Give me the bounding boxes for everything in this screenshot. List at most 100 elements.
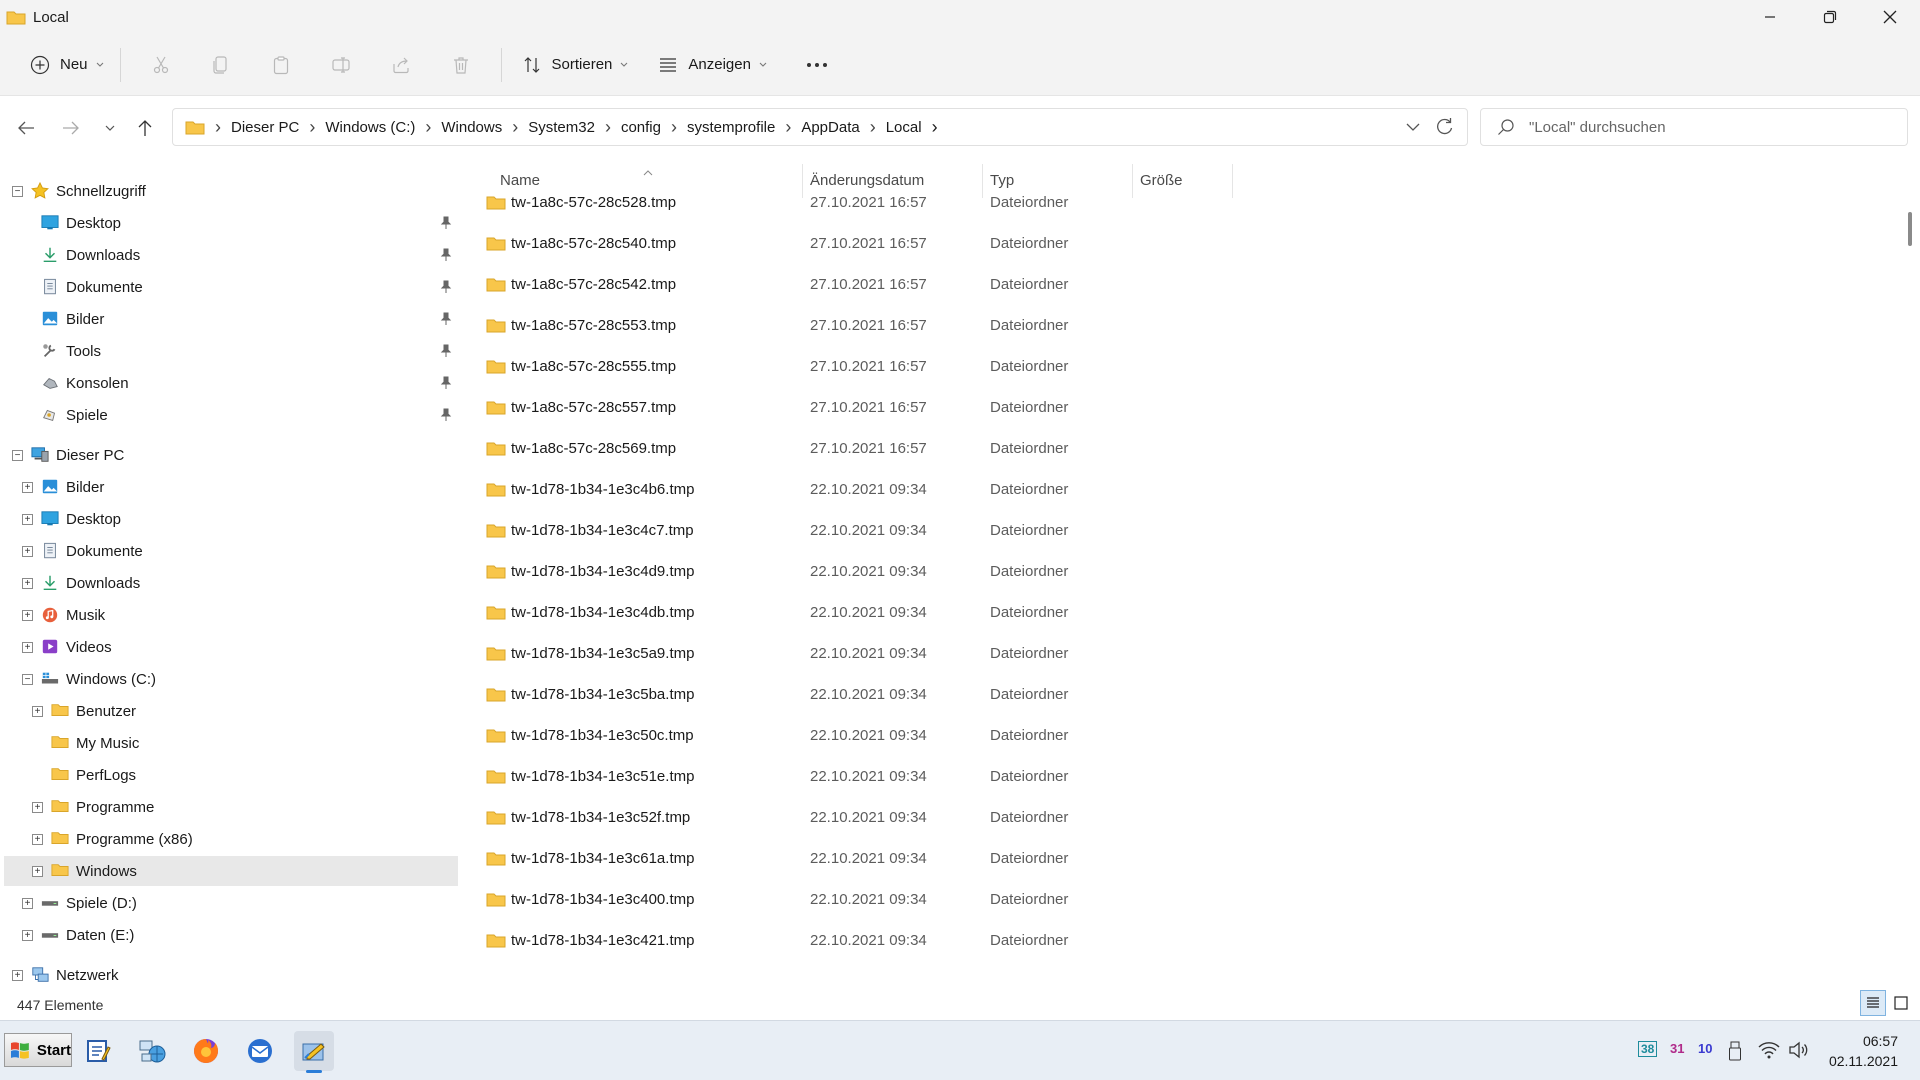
taskbar-app-explorer[interactable] [294, 1031, 334, 1073]
back-button[interactable] [10, 112, 42, 144]
breadcrumb-separator-icon[interactable]: › [309, 117, 315, 138]
expand-icon[interactable]: + [22, 610, 33, 621]
tree-drive-d[interactable]: + Spiele (D:) [4, 888, 458, 918]
tree-pc-bilder[interactable]: + Bilder [4, 472, 458, 502]
view-button[interactable]: Anzeigen [650, 45, 775, 85]
file-row[interactable]: tw-1d78-1b34-1e3c4db.tmp 22.10.2021 09:34… [466, 592, 1900, 633]
column-name[interactable]: Name [500, 172, 540, 189]
tree-folder-benutzer[interactable]: + Benutzer [4, 696, 458, 726]
breadcrumb-separator-icon[interactable]: › [512, 117, 518, 138]
column-divider[interactable] [1132, 164, 1133, 198]
column-divider[interactable] [1232, 164, 1233, 198]
tree-quick-bilder[interactable]: Bilder [4, 304, 458, 334]
breadcrumb-separator-icon[interactable]: › [605, 117, 611, 138]
tiles-view-button[interactable] [1890, 992, 1912, 1014]
expand-icon[interactable]: + [22, 642, 33, 653]
pin-icon[interactable] [440, 376, 452, 390]
breadcrumb-separator-icon[interactable]: › [425, 117, 431, 138]
tree-pc-musik[interactable]: + Musik [4, 600, 458, 630]
tree-quick-spiele[interactable]: Spiele [4, 400, 458, 430]
tray-indicator-c[interactable]: 10 [1698, 1041, 1712, 1056]
breadcrumb-separator-icon[interactable]: › [932, 117, 938, 138]
pin-icon[interactable] [440, 408, 452, 422]
breadcrumb-item[interactable]: › Local [860, 117, 922, 138]
column-date[interactable]: Änderungsdatum [810, 172, 924, 189]
file-row[interactable]: tw-1a8c-57c-28c542.tmp 27.10.2021 16:57 Da… [466, 264, 1900, 305]
breadcrumb-item[interactable]: › AppData [775, 117, 859, 138]
tray-indicator-b[interactable]: 31 [1670, 1041, 1684, 1056]
taskbar-app-network[interactable] [132, 1031, 172, 1071]
pin-icon[interactable] [440, 312, 452, 326]
tree-folder-programme-x86-[interactable]: + Programme (x86) [4, 824, 458, 854]
file-row[interactable]: tw-1a8c-57c-28c569.tmp 27.10.2021 16:57 Da… [466, 428, 1900, 469]
address-bar[interactable]: › Dieser PC › Windows (C:) › Windows › System32… [172, 108, 1468, 146]
breadcrumb-separator-icon[interactable]: › [671, 117, 677, 138]
file-row[interactable]: tw-1a8c-57c-28c557.tmp 27.10.2021 16:57 Da… [466, 387, 1900, 428]
tree-folder-windows[interactable]: + Windows [4, 856, 458, 886]
tree-quick-downloads[interactable]: Downloads [4, 240, 458, 270]
file-row[interactable]: tw-1a8c-57c-28c553.tmp 27.10.2021 16:57 Da… [466, 305, 1900, 346]
column-size[interactable]: Größe [1140, 172, 1183, 189]
file-row[interactable]: tw-1d78-1b34-1e3c51e.tmp 22.10.2021 09:34… [466, 756, 1900, 797]
details-view-button[interactable] [1860, 990, 1886, 1016]
breadcrumb-item[interactable]: › systemprofile [661, 117, 775, 138]
expand-icon[interactable]: + [32, 834, 43, 845]
tree-quick-access[interactable]: − Schnellzugriff [4, 176, 458, 206]
new-button[interactable]: Neu [24, 45, 110, 85]
breadcrumb-item[interactable]: › Windows (C:) [299, 117, 415, 138]
tree-quick-desktop[interactable]: Desktop [4, 208, 458, 238]
tree-folder-programme[interactable]: + Programme [4, 792, 458, 822]
search-input[interactable] [1529, 118, 1889, 136]
expand-icon[interactable]: + [32, 706, 43, 717]
expand-icon[interactable]: + [12, 970, 23, 981]
breadcrumb-separator-icon[interactable]: › [870, 117, 876, 138]
breadcrumb-separator-icon[interactable]: › [215, 117, 221, 138]
tree-pc-downloads[interactable]: + Downloads [4, 568, 458, 598]
file-row[interactable]: tw-1d78-1b34-1e3c4c7.tmp 22.10.2021 09:34… [466, 510, 1900, 551]
pin-icon[interactable] [440, 248, 452, 262]
tree-folder-perflogs[interactable]: PerfLogs [4, 760, 458, 790]
more-options-button[interactable] [795, 45, 839, 85]
file-row[interactable]: tw-1d78-1b34-1e3c52f.tmp 22.10.2021 09:34… [466, 797, 1900, 838]
file-row[interactable]: tw-1d78-1b34-1e3c50c.tmp 22.10.2021 09:34… [466, 715, 1900, 756]
chevron-down-icon[interactable] [1405, 117, 1421, 137]
close-button[interactable] [1860, 0, 1920, 34]
collapse-icon[interactable]: − [12, 186, 23, 197]
forward-button[interactable] [55, 112, 87, 144]
file-row[interactable]: tw-1d78-1b34-1e3c5ba.tmp 22.10.2021 09:34… [466, 674, 1900, 715]
pin-icon[interactable] [440, 216, 452, 230]
collapse-icon[interactable]: − [22, 674, 33, 685]
search-box[interactable] [1480, 108, 1908, 146]
tree-this-pc[interactable]: − Dieser PC [4, 440, 458, 470]
start-button[interactable]: Start [4, 1033, 72, 1067]
collapse-icon[interactable]: − [12, 450, 23, 461]
file-row[interactable]: tw-1d78-1b34-1e3c4d9.tmp 22.10.2021 09:34… [466, 551, 1900, 592]
taskbar-app-firefox[interactable] [186, 1031, 226, 1071]
cut-button[interactable] [137, 45, 185, 85]
tree-network[interactable]: + Netzwerk [4, 960, 458, 990]
column-divider[interactable] [982, 164, 983, 198]
pin-icon[interactable] [440, 344, 452, 358]
expand-icon[interactable]: + [32, 866, 43, 877]
expand-icon[interactable]: + [22, 578, 33, 589]
expand-icon[interactable]: + [22, 546, 33, 557]
expand-icon[interactable]: + [22, 482, 33, 493]
file-row[interactable]: tw-1a8c-57c-28c540.tmp 27.10.2021 16:57 Da… [466, 223, 1900, 264]
column-divider[interactable] [802, 164, 803, 198]
share-button[interactable] [377, 45, 425, 85]
file-row[interactable]: tw-1d78-1b34-1e3c5a9.tmp 22.10.2021 09:34… [466, 633, 1900, 674]
file-row[interactable]: tw-1a8c-57c-28c555.tmp 27.10.2021 16:57 Da… [466, 346, 1900, 387]
tree-quick-dokumente[interactable]: Dokumente [4, 272, 458, 302]
expand-icon[interactable]: + [22, 930, 33, 941]
column-type[interactable]: Typ [990, 172, 1014, 189]
breadcrumb-separator-icon[interactable]: › [785, 117, 791, 138]
speaker-icon[interactable] [1788, 1041, 1810, 1059]
pin-icon[interactable] [440, 280, 452, 294]
file-row[interactable]: tw-1d78-1b34-1e3c421.tmp 22.10.2021 09:34… [466, 920, 1900, 961]
vertical-scrollbar[interactable] [1900, 162, 1920, 998]
paste-button[interactable] [257, 45, 305, 85]
expand-icon[interactable]: + [22, 514, 33, 525]
tree-drive-e[interactable]: + Daten (E:) [4, 920, 458, 950]
wifi-icon[interactable] [1758, 1041, 1780, 1059]
tree-quick-konsolen[interactable]: Konsolen [4, 368, 458, 398]
